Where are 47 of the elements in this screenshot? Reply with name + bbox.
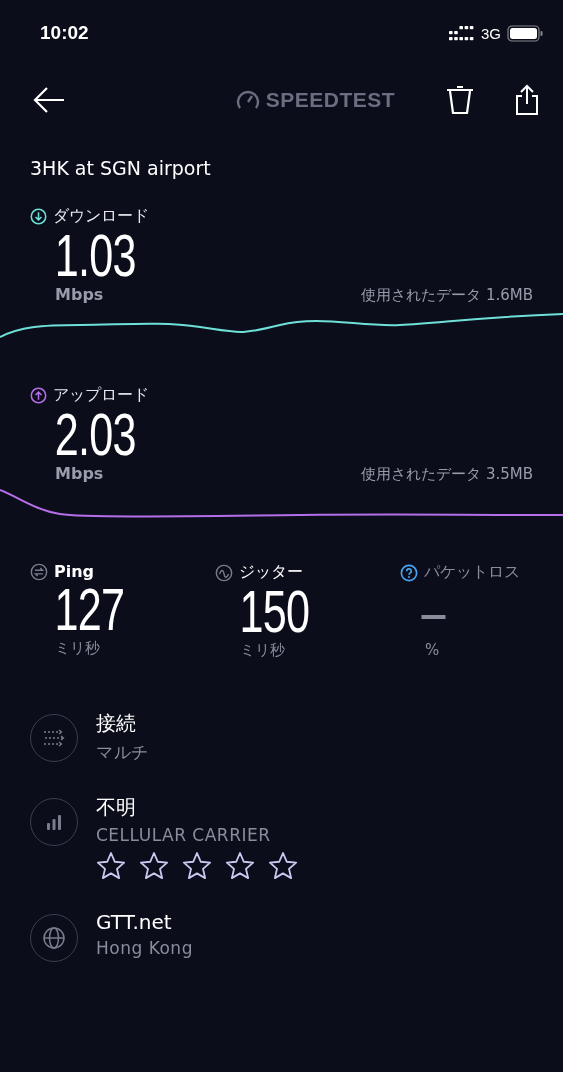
star-icon bbox=[139, 851, 169, 880]
data-used: 使用されたデータ 1.6MB bbox=[361, 286, 533, 305]
detail-title: 不明 bbox=[96, 794, 137, 821]
metric-label: パケットロス bbox=[424, 562, 520, 583]
speed-value: 1.03 bbox=[53, 227, 136, 285]
detail-subtitle: CELLULAR CARRIER bbox=[96, 825, 272, 845]
battery-icon bbox=[507, 24, 543, 42]
metric-unit: ミリ秒 bbox=[54, 639, 100, 658]
star-rating[interactable] bbox=[96, 851, 298, 880]
connections-icon bbox=[42, 729, 66, 747]
ping-icon bbox=[30, 562, 48, 581]
metric-label: ジッター bbox=[239, 562, 303, 583]
detail-subtitle: マルチ bbox=[96, 741, 149, 764]
metric-label: Ping bbox=[54, 562, 95, 581]
metric-unit: % bbox=[424, 641, 440, 659]
gauge-icon bbox=[235, 89, 260, 111]
delete-button[interactable] bbox=[445, 84, 475, 116]
metric-value: – bbox=[420, 583, 445, 641]
metric-value: 150 bbox=[238, 583, 310, 641]
metric-value: 127 bbox=[53, 581, 125, 639]
detail-title: GTT.net bbox=[96, 910, 173, 934]
logo-text: SPEEDTEST bbox=[265, 88, 396, 112]
download-icon bbox=[30, 208, 47, 225]
metric-unit: ミリ秒 bbox=[239, 641, 285, 660]
star-icon bbox=[96, 851, 126, 880]
network-type: 3G bbox=[481, 24, 501, 42]
upload-icon bbox=[30, 387, 47, 404]
share-button[interactable] bbox=[515, 84, 539, 116]
detail-title: 接続 bbox=[96, 710, 137, 737]
speed-unit: Mbps bbox=[55, 285, 104, 304]
status-time: 10:02 bbox=[40, 22, 89, 44]
test-name: 3HK at SGN airport bbox=[29, 156, 212, 180]
speed-value: 2.03 bbox=[53, 406, 136, 464]
signal-icon bbox=[449, 25, 475, 41]
detail-subtitle: Hong Kong bbox=[96, 938, 193, 958]
star-icon bbox=[182, 851, 212, 880]
star-icon bbox=[268, 851, 298, 880]
signal-bars-icon bbox=[45, 813, 63, 831]
back-button[interactable] bbox=[32, 86, 66, 114]
speed-unit: Mbps bbox=[55, 464, 104, 483]
globe-icon bbox=[42, 926, 66, 950]
data-used: 使用されたデータ 3.5MB bbox=[361, 465, 533, 484]
result-label: アップロード bbox=[53, 385, 149, 406]
jitter-icon bbox=[215, 563, 233, 582]
star-icon bbox=[225, 851, 255, 880]
help-icon[interactable] bbox=[400, 563, 418, 582]
result-label: ダウンロード bbox=[53, 206, 149, 227]
